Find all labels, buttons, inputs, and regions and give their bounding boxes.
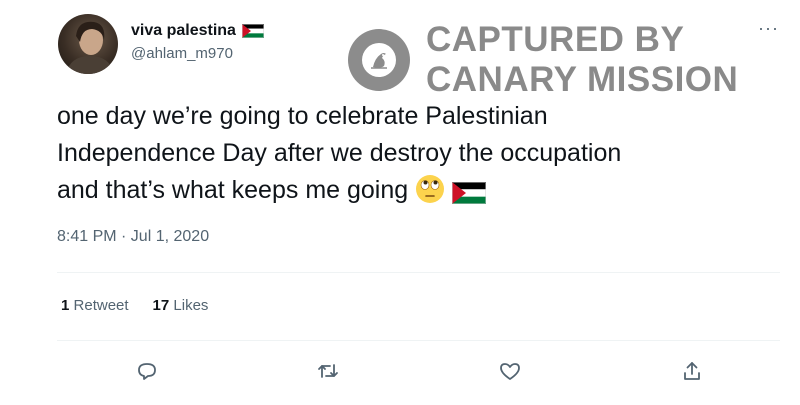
retweet-icon[interactable] (311, 354, 345, 388)
tweet-actions (0, 354, 800, 388)
tweet-timestamp[interactable]: 8:41 PM · Jul 1, 2020 (57, 228, 209, 246)
likes-count: 17 (152, 297, 170, 314)
tweet-card: viva palestina @ahlam_m970 CAPTURED BY C… (0, 0, 800, 405)
watermark-line1: CAPTURED BY (426, 20, 685, 59)
canary-mission-watermark: CAPTURED BY CANARY MISSION (348, 20, 738, 100)
like-icon[interactable] (493, 354, 527, 388)
likes-stat[interactable]: 17 Likes (153, 297, 209, 314)
reply-icon[interactable] (130, 354, 164, 388)
retweets-count: 1 (61, 297, 70, 314)
tweet-text-line: and that’s what keeps me going (57, 176, 409, 204)
face-with-rolling-eyes-icon (415, 174, 445, 215)
tweet-text-line: one day we’re going to celebrate Palesti… (57, 102, 548, 130)
tweet-text-line-3: and that’s what keeps me going (57, 172, 757, 215)
more-options-icon[interactable]: ··· (758, 18, 779, 39)
share-icon[interactable] (675, 354, 709, 388)
watermark-text: CAPTURED BY CANARY MISSION (426, 20, 738, 100)
user-handle[interactable]: @ahlam_m970 (131, 45, 233, 62)
user-name-row[interactable]: viva palestina (131, 22, 264, 40)
avatar[interactable] (58, 14, 118, 74)
watermark-line2: CANARY MISSION (426, 60, 739, 99)
palestine-flag-icon (452, 178, 487, 215)
divider (57, 272, 780, 273)
likes-label: Likes (173, 297, 209, 314)
divider (57, 340, 780, 341)
retweets-stat[interactable]: 1 Retweet (61, 297, 129, 314)
palestine-flag-icon (241, 24, 264, 38)
display-name[interactable]: viva palestina (131, 22, 236, 40)
canary-bird-icon (348, 29, 410, 91)
tweet-text: one day we’re going to celebrate Palesti… (57, 98, 757, 215)
tweet-text-line: Independence Day after we destroy the oc… (57, 139, 622, 167)
retweets-label: Retweet (73, 297, 129, 314)
tweet-stats: 1 Retweet 17 Likes (61, 297, 208, 314)
